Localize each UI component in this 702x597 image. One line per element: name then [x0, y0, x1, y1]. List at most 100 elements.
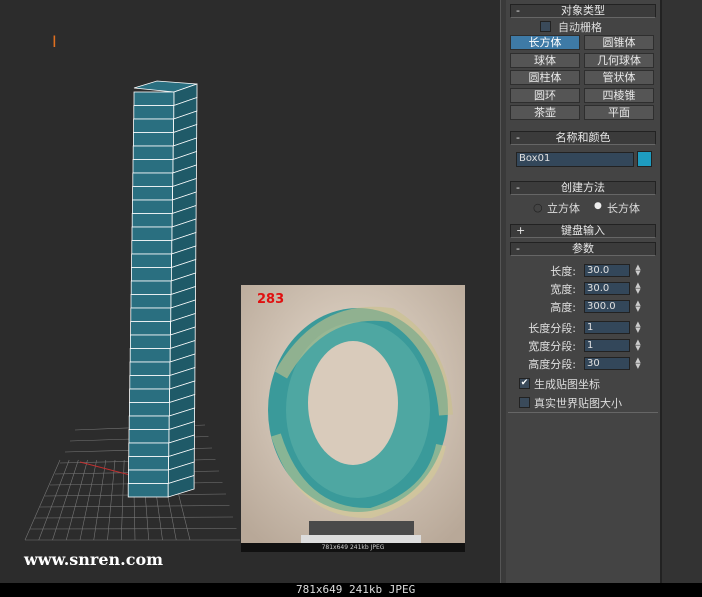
rollout-title: 键盘输入 — [561, 224, 605, 237]
collapse-sign: - — [516, 242, 520, 255]
rollout-object-type[interactable]: - 对象类型 — [510, 4, 656, 18]
param-input[interactable]: 1 — [584, 339, 630, 352]
box-segment-front — [133, 118, 175, 133]
grid-line — [65, 459, 88, 541]
grid-line — [79, 459, 97, 541]
grid-line — [120, 459, 125, 541]
grid-line — [93, 459, 107, 541]
sculpture-image — [241, 285, 465, 552]
box-segment-front — [128, 456, 170, 471]
watermark: www.snren.com — [24, 550, 164, 569]
box-segment-front — [132, 132, 174, 147]
spinner-icon[interactable]: ▲ ▼ — [634, 300, 642, 313]
rollout-creation-method[interactable]: - 创建方法 — [510, 181, 656, 195]
viewport-perspective[interactable]: I www.snren.com 283 781x649 241kb JPEG — [0, 0, 503, 583]
box-segment-front — [133, 91, 175, 106]
box-segment-front — [127, 469, 169, 484]
box-segment-front — [132, 186, 174, 201]
grid-line — [39, 505, 230, 508]
box-segment-front — [129, 348, 171, 363]
box-segment-front — [129, 375, 171, 390]
grid-line — [29, 528, 237, 530]
collapse-sign: - — [516, 131, 520, 144]
expand-sign: + — [516, 224, 526, 237]
param-label: 高度分段: — [528, 358, 576, 371]
param-label: 长度: — [550, 265, 576, 278]
param-label: 宽度: — [550, 283, 576, 296]
object-type-button[interactable]: 管状体 — [584, 70, 654, 85]
spinner-icon[interactable]: ▲ ▼ — [634, 264, 642, 277]
box-segment-front — [130, 307, 172, 322]
box-segment-front — [131, 253, 173, 268]
reference-photo: 283 781x649 241kb JPEG — [241, 285, 465, 552]
param-label: 长度分段: — [528, 322, 576, 335]
spinner-icon[interactable]: ▲ ▼ — [634, 321, 642, 334]
photo-number: 283 — [257, 292, 285, 307]
photo-caption: 781x649 241kb JPEG — [241, 543, 465, 552]
radio-box[interactable]: ● — [594, 201, 602, 211]
object-type-button[interactable]: 圆柱体 — [510, 70, 580, 85]
box-segment-front — [128, 442, 170, 457]
grid-line — [107, 459, 116, 541]
param-input[interactable]: 300.0 — [584, 300, 630, 313]
box-segment-front — [133, 105, 175, 120]
param-input[interactable]: 1 — [584, 321, 630, 334]
box-segment-front — [130, 267, 172, 282]
spinner-icon[interactable]: ▲ ▼ — [634, 282, 642, 295]
autogrid-label: 自动栅格 — [558, 21, 602, 34]
object-type-button[interactable]: 四棱锥 — [584, 87, 654, 103]
autogrid-checkbox[interactable] — [540, 21, 551, 32]
object-type-button[interactable]: 茶壶 — [510, 105, 580, 120]
rollout-title: 创建方法 — [561, 181, 605, 194]
box-segment-front — [132, 172, 174, 187]
spinner-icon[interactable]: ▲ ▼ — [634, 339, 642, 352]
object-type-button[interactable]: 长方体 — [510, 35, 580, 50]
status-bar: 781x649 241kb JPEG — [0, 583, 702, 597]
grid-line — [34, 516, 234, 519]
grid-line — [24, 459, 61, 541]
radio-cube-label: 立方体 — [547, 202, 580, 215]
box-segment-front — [132, 145, 174, 160]
object-type-button[interactable]: 圆环 — [510, 87, 580, 103]
real-world-checkbox[interactable] — [519, 397, 530, 408]
collapse-sign: - — [516, 4, 520, 17]
object-type-button[interactable]: 圆锥体 — [584, 35, 654, 50]
object-type-button[interactable]: 球体 — [510, 52, 580, 68]
command-panel: - 对象类型 自动栅格 长方体 圆锥体 球体 几何球体 圆柱体 管状体 圆环 四棱锥 茶壶 平面 -… — [506, 0, 660, 583]
box-segment-front — [129, 361, 171, 376]
box-segment-front — [127, 483, 169, 498]
rollout-title: 名称和颜色 — [555, 131, 611, 144]
object-color-swatch[interactable] — [637, 151, 652, 167]
gen-mapping-checkbox[interactable]: ✔ — [519, 378, 530, 389]
param-input[interactable]: 30.0 — [584, 282, 630, 295]
rollout-name-color[interactable]: - 名称和颜色 — [510, 131, 656, 145]
real-world-label: 真实世界贴图大小 — [534, 397, 622, 410]
object-name-input[interactable]: Box01 — [516, 152, 634, 167]
param-input[interactable]: 30 — [584, 357, 630, 370]
object-type-button[interactable]: 平面 — [584, 105, 654, 120]
rollout-title: 参数 — [572, 242, 594, 255]
param-input[interactable]: 30.0 — [584, 264, 630, 277]
rollout-bottom — [508, 412, 658, 413]
box-segment-front — [130, 294, 172, 309]
panel-scroll-strip[interactable] — [660, 0, 702, 583]
box-segment-front — [130, 280, 172, 295]
collapse-sign: - — [516, 181, 520, 194]
box-segment-front — [131, 213, 173, 228]
box-segment-front — [128, 402, 170, 417]
box-segment-front — [131, 226, 173, 241]
status-text: 781x649 241kb JPEG — [296, 583, 416, 596]
rollout-keyboard-entry[interactable]: + 键盘输入 — [510, 224, 656, 238]
rollout-parameters[interactable]: - 参数 — [510, 242, 656, 256]
box-segment-front — [131, 240, 173, 255]
spinner-icon[interactable]: ▲ ▼ — [634, 357, 642, 370]
radio-box-label: 长方体 — [607, 202, 640, 215]
box-segment-front — [132, 159, 174, 174]
box-segment-front — [128, 429, 170, 444]
box-segment-front — [130, 321, 172, 336]
gen-mapping-label: 生成贴图坐标 — [534, 378, 600, 391]
param-label: 宽度分段: — [528, 340, 576, 353]
radio-cube[interactable]: ○ — [533, 201, 543, 214]
object-type-button[interactable]: 几何球体 — [584, 52, 654, 68]
rollout-title: 对象类型 — [561, 4, 605, 17]
